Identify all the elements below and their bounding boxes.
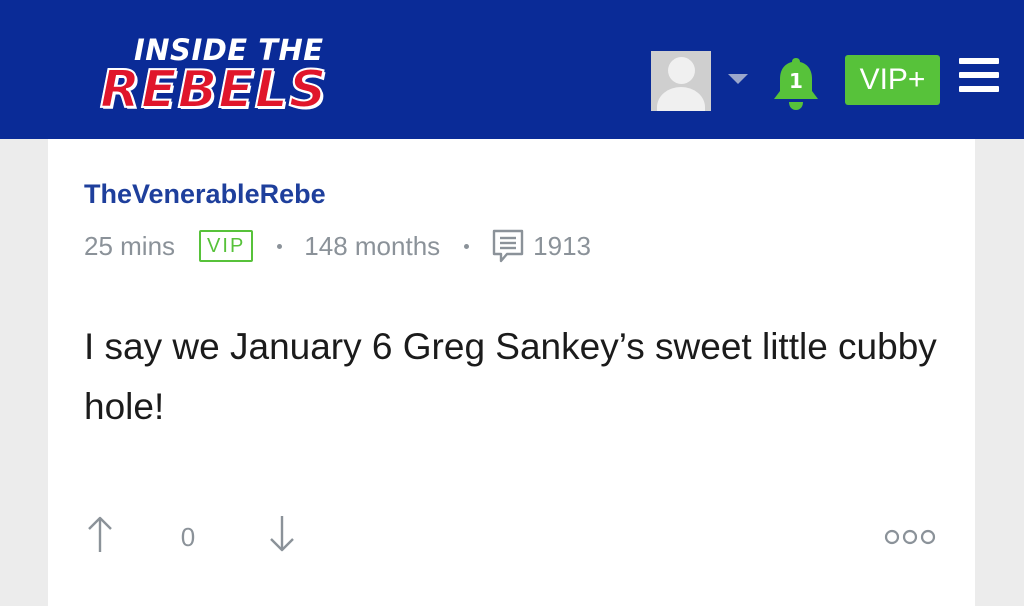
hamburger-menu-icon[interactable] bbox=[959, 58, 999, 92]
more-options-button[interactable] bbox=[884, 527, 936, 547]
vip-badge: VIP bbox=[199, 230, 254, 262]
site-logo[interactable]: INSIDE THE REBELS bbox=[96, 34, 376, 124]
post-body: I say we January 6 Greg Sankey’s sweet l… bbox=[84, 326, 937, 427]
arrow-down-icon bbox=[270, 516, 294, 552]
post-meta: 25 mins VIP 148 months 1913 bbox=[84, 229, 591, 263]
comments-icon bbox=[491, 228, 525, 264]
arrow-up-icon bbox=[88, 516, 112, 552]
menu-bar-middle bbox=[959, 72, 999, 78]
separator-dot bbox=[277, 243, 283, 249]
author-post-count: 1913 bbox=[533, 230, 592, 261]
menu-bar-bottom bbox=[959, 86, 999, 92]
post-time[interactable]: 25 mins bbox=[84, 231, 175, 262]
upvote-button[interactable] bbox=[84, 514, 116, 554]
post-card: TheVenerableRebe 25 mins VIP 148 months … bbox=[48, 139, 975, 606]
more-options-icon bbox=[884, 529, 936, 545]
avatar-head-shape bbox=[668, 57, 695, 84]
notifications-button[interactable]: 1 bbox=[770, 55, 822, 111]
post-author[interactable]: TheVenerableRebe bbox=[84, 177, 326, 211]
site-header: INSIDE THE REBELS 1 VIP+ bbox=[0, 0, 1024, 139]
user-avatar[interactable] bbox=[651, 51, 711, 111]
menu-bar-top bbox=[959, 58, 999, 64]
caret-down-icon[interactable] bbox=[728, 74, 748, 84]
notification-count: 1 bbox=[789, 69, 803, 93]
separator-dot bbox=[464, 243, 470, 249]
logo-line-2: REBELS bbox=[99, 59, 328, 121]
vip-plus-button[interactable]: VIP+ bbox=[845, 55, 940, 105]
membership-duration: 148 months bbox=[304, 230, 441, 261]
downvote-button[interactable] bbox=[266, 514, 298, 554]
avatar-body-shape bbox=[657, 87, 705, 111]
vote-score: 0 bbox=[180, 522, 196, 552]
